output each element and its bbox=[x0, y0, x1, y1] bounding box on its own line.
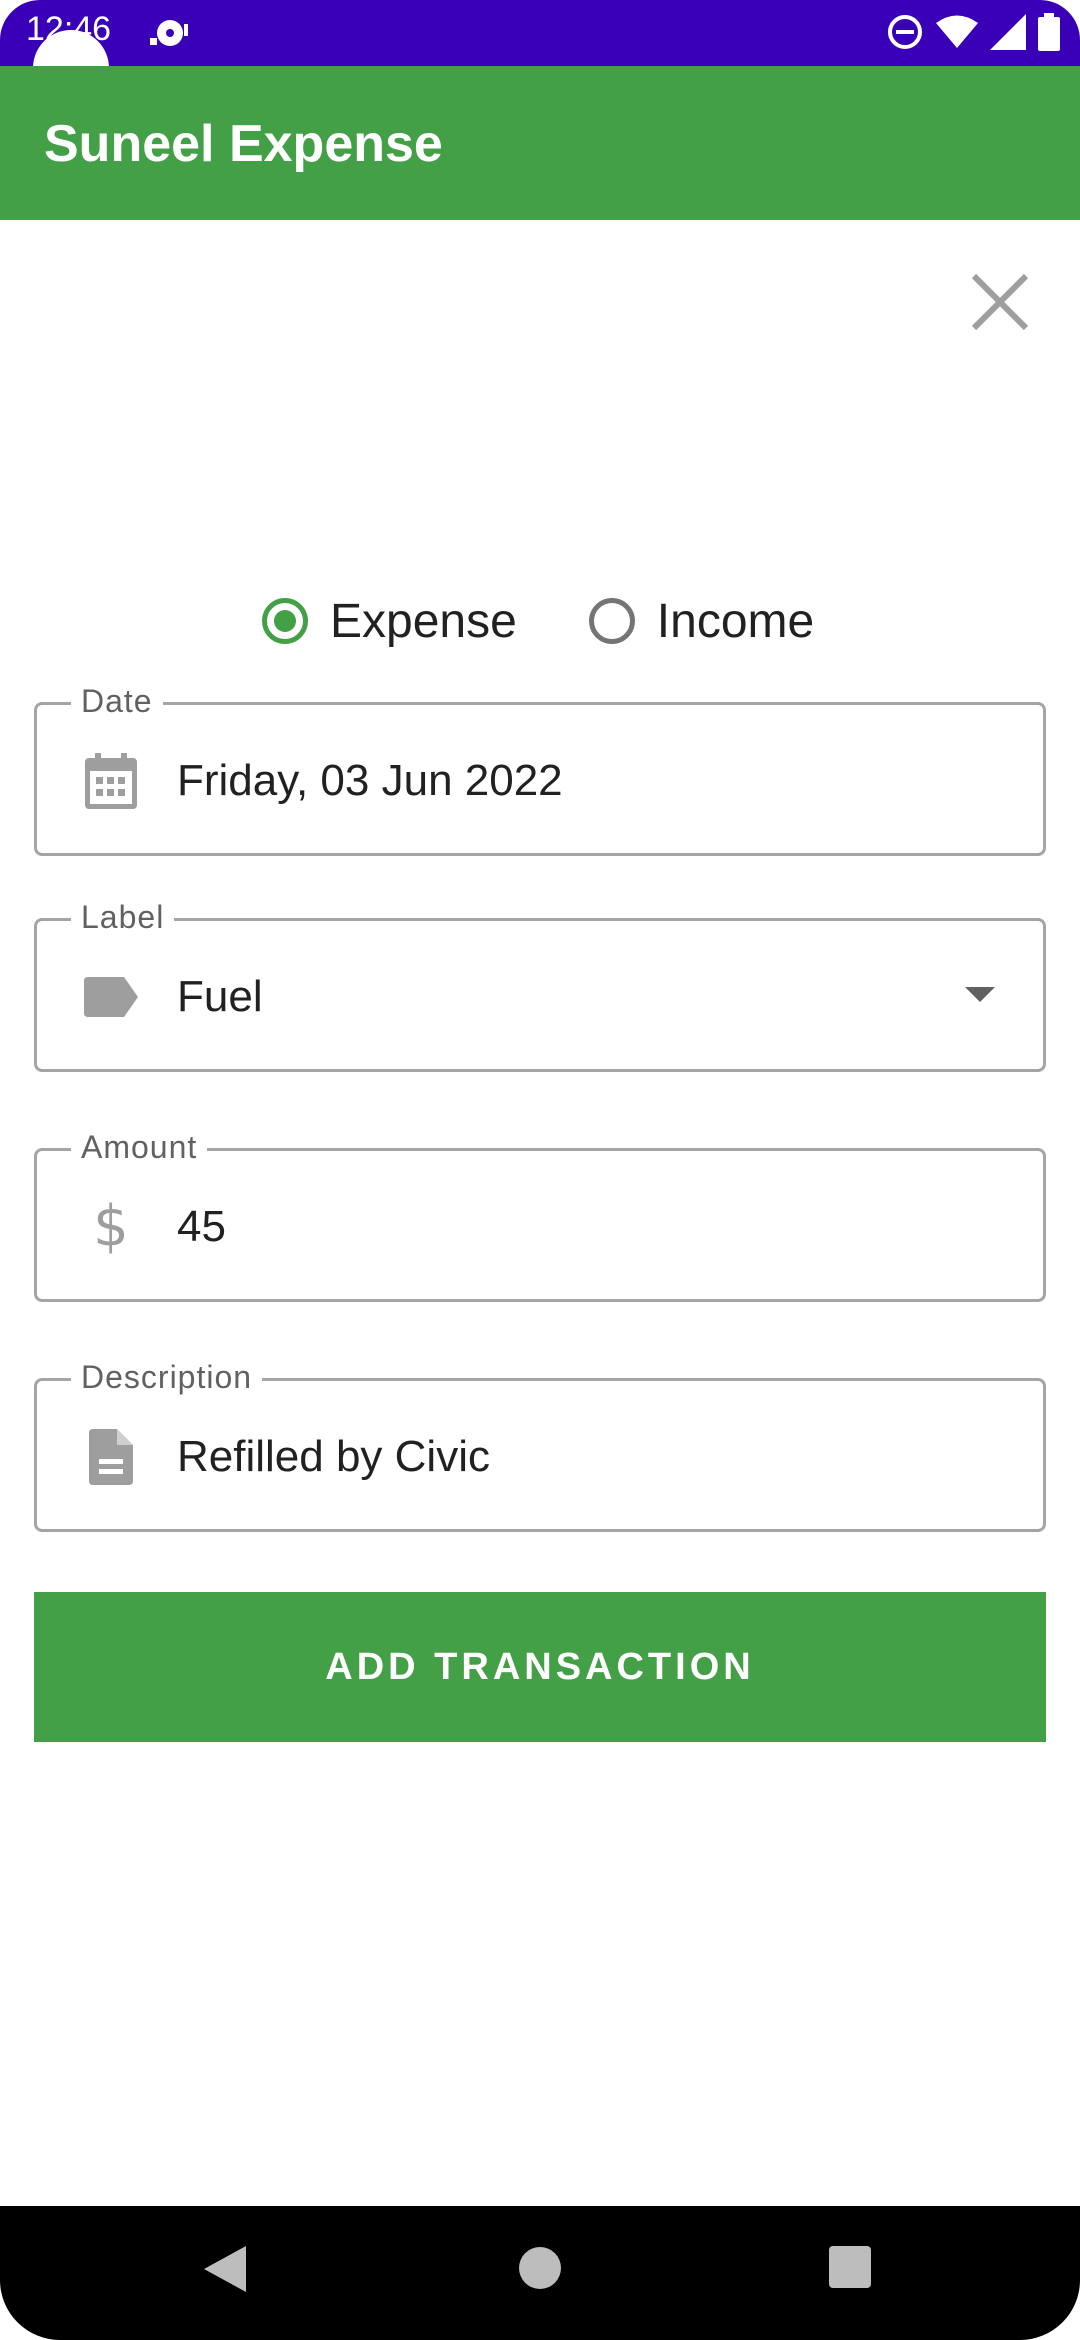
status-icons bbox=[886, 13, 1060, 56]
battery-icon bbox=[1038, 13, 1060, 56]
radio-expense-label: Expense bbox=[330, 594, 517, 648]
calendar-icon bbox=[83, 753, 139, 809]
dollar-icon: $ bbox=[93, 1194, 129, 1259]
navigation-bar bbox=[0, 2206, 1080, 2340]
recents-icon bbox=[829, 2246, 871, 2288]
date-value: Friday, 03 Jun 2022 bbox=[177, 756, 563, 805]
cellular-signal-icon bbox=[990, 14, 1026, 55]
add-transaction-button[interactable]: ADD TRANSACTION bbox=[34, 1592, 1046, 1742]
home-nav-button[interactable] bbox=[518, 2246, 562, 2295]
date-field[interactable]: Date Friday, 03 Jun 2022 bbox=[34, 683, 1046, 856]
app-title: Suneel Expense bbox=[44, 115, 443, 173]
label-field-label: Label bbox=[71, 899, 175, 936]
dropdown-arrow-icon[interactable] bbox=[965, 987, 995, 1002]
tag-icon bbox=[83, 969, 139, 1025]
document-icon bbox=[83, 1429, 139, 1485]
description-field[interactable]: Description bbox=[34, 1359, 1046, 1532]
media-notification-icon bbox=[150, 16, 190, 55]
radio-expense[interactable]: Expense bbox=[262, 594, 517, 649]
description-field-label: Description bbox=[71, 1359, 263, 1396]
radio-income[interactable]: Income bbox=[588, 594, 815, 649]
app-bar: Suneel Expense bbox=[0, 66, 1080, 220]
amount-field-label: Amount bbox=[71, 1129, 208, 1166]
close-button[interactable] bbox=[960, 262, 1040, 342]
do-not-disturb-icon bbox=[886, 13, 924, 56]
label-dropdown[interactable]: Label Fuel bbox=[34, 899, 1046, 1072]
radio-income-label: Income bbox=[656, 594, 815, 648]
recents-nav-button[interactable] bbox=[829, 2246, 871, 2293]
close-icon bbox=[971, 273, 1029, 331]
wifi-icon bbox=[936, 14, 978, 55]
radio-expense-indicator[interactable] bbox=[262, 598, 308, 644]
description-input[interactable] bbox=[177, 1429, 937, 1485]
home-icon bbox=[519, 2247, 561, 2289]
back-nav-button[interactable] bbox=[204, 2246, 246, 2297]
label-value: Fuel bbox=[177, 972, 263, 1021]
transaction-type-group: Expense Income bbox=[262, 588, 814, 654]
date-field-label: Date bbox=[71, 683, 163, 720]
amount-input[interactable] bbox=[177, 1199, 937, 1255]
back-icon bbox=[204, 2246, 246, 2292]
radio-income-indicator[interactable] bbox=[588, 598, 635, 644]
amount-field[interactable]: Amount $ bbox=[34, 1129, 1046, 1302]
status-bar: 12:46 bbox=[0, 0, 1080, 66]
